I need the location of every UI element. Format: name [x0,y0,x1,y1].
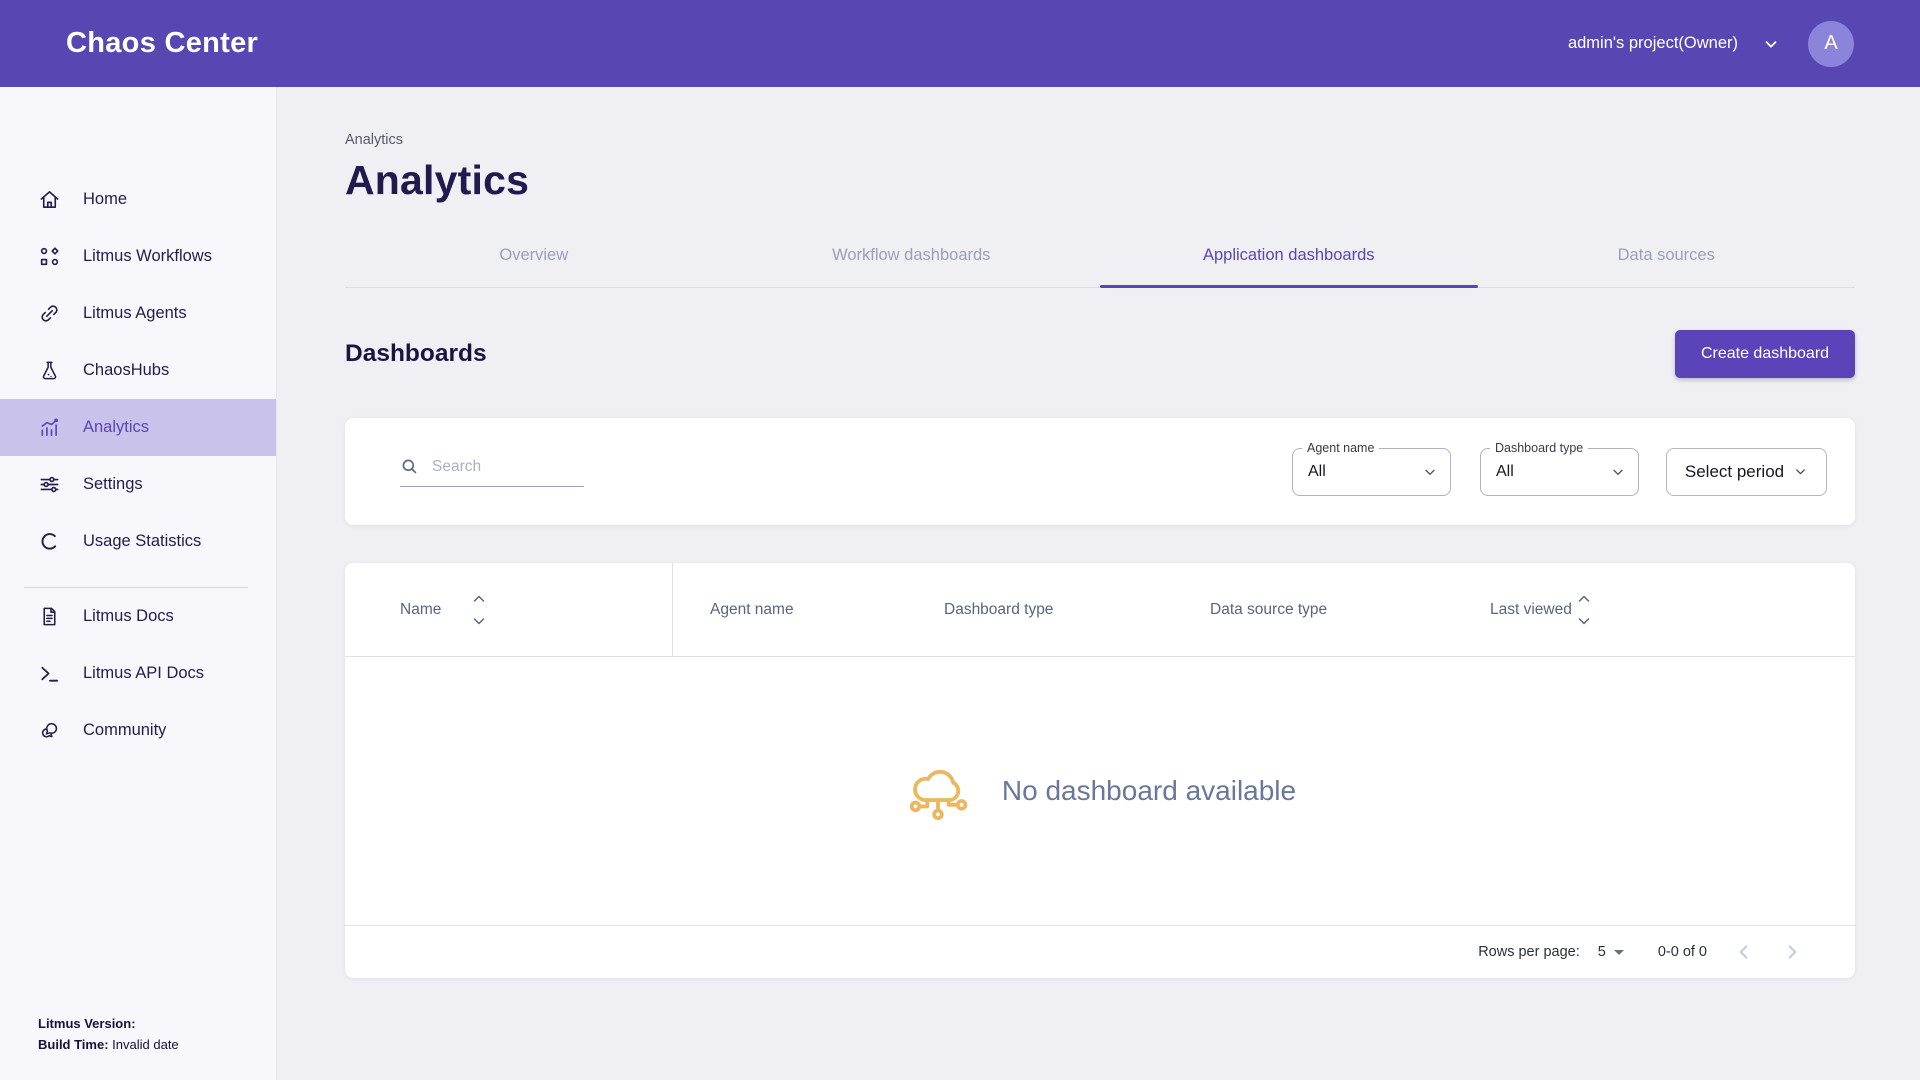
select-period-button[interactable]: Select period [1666,448,1827,496]
table-empty-state: No dashboard available [345,657,1855,925]
column-header-data-source-type: Data source type [1210,601,1327,619]
sidebar-item-label: Analytics [83,418,149,437]
search-icon [400,457,419,476]
sidebar-item-label: Home [83,190,127,209]
chaoshubs-icon [38,359,61,382]
tab-workflow-dashboards[interactable]: Workflow dashboards [723,230,1101,287]
sidebar-item-label: Settings [83,475,143,494]
sidebar-item-label: ChaosHubs [83,361,169,380]
dashboard-type-select-label: Dashboard type [1490,441,1588,455]
version-info: Litmus Version: Build Time: Invalid date [38,1014,179,1056]
section-header: Dashboards Create dashboard [345,330,1855,378]
column-header-name[interactable]: Name [400,601,441,619]
select-period-label: Select period [1685,462,1784,482]
sidebar-item-litmus-agents[interactable]: Litmus Agents [0,285,276,342]
table-pagination: Rows per page: 5 0-0 of 0 [345,925,1855,978]
search-input[interactable] [430,457,584,477]
tab-bar: Overview Workflow dashboards Application… [345,230,1855,288]
api-docs-icon [38,662,61,685]
sidebar-item-home[interactable]: Home [0,171,276,228]
sort-descending-icon [473,617,485,625]
top-bar: Chaos Center admin's project(Owner) A [0,0,1920,87]
chevron-left-icon [1733,941,1755,963]
chevron-right-icon [1781,941,1803,963]
column-header-last-viewed[interactable]: Last viewed [1490,601,1572,619]
docs-icon [38,605,61,628]
chevron-down-icon[interactable] [1762,35,1780,53]
tab-data-sources[interactable]: Data sources [1478,230,1856,287]
section-title: Dashboards [345,340,487,368]
chevron-down-icon [1422,464,1438,480]
chevron-down-icon [1793,464,1808,479]
column-divider [672,563,673,656]
sidebar-item-analytics[interactable]: Analytics [0,399,276,456]
next-page-button[interactable] [1781,941,1803,963]
sort-ascending-icon [473,595,485,603]
community-icon [38,719,61,742]
project-selector-label[interactable]: admin's project(Owner) [1568,34,1738,53]
filter-card: Agent name All Dashboard type All Select… [345,418,1855,525]
top-bar-right: admin's project(Owner) A [1568,21,1854,67]
rows-per-page-value: 5 [1598,944,1606,960]
table-header-row: Name Agent name Dashboard type Data sour… [345,563,1855,657]
dashboards-table: Name Agent name Dashboard type Data sour… [345,563,1855,978]
agent-name-select-label: Agent name [1302,441,1379,455]
sidebar-item-label: Litmus Docs [83,607,174,626]
page-title: Analytics [345,157,1855,204]
sort-name-control[interactable] [473,595,485,625]
rows-per-page-label: Rows per page: [1478,944,1580,960]
column-header-agent-name: Agent name [710,601,794,619]
dashboard-type-select[interactable]: Dashboard type All [1480,448,1639,496]
build-time-label: Build Time: [38,1037,109,1052]
sidebar-item-litmus-docs[interactable]: Litmus Docs [0,588,276,645]
sidebar-item-label: Litmus Workflows [83,247,212,266]
sidebar-item-label: Usage Statistics [83,532,201,551]
column-header-dashboard-type: Dashboard type [944,601,1053,619]
settings-icon [38,473,61,496]
avatar[interactable]: A [1808,21,1854,67]
workflows-icon [38,245,61,268]
sidebar-item-litmus-workflows[interactable]: Litmus Workflows [0,228,276,285]
search-box [400,457,584,487]
previous-page-button[interactable] [1733,941,1755,963]
tab-application-dashboards[interactable]: Application dashboards [1100,230,1478,287]
app-title: Chaos Center [66,27,258,60]
tab-overview[interactable]: Overview [345,230,723,287]
chevron-down-icon [1610,464,1626,480]
home-icon [38,188,61,211]
sidebar-item-community[interactable]: Community [0,702,276,759]
sidebar: Home Litmus Workflows Litmus Agents Chao… [0,87,277,1080]
agents-icon [38,302,61,325]
caret-down-icon [1614,950,1624,955]
sort-ascending-icon [1578,595,1590,603]
agent-name-select[interactable]: Agent name All [1292,448,1451,496]
sidebar-item-label: Litmus Agents [83,304,187,323]
sidebar-item-usage-statistics[interactable]: Usage Statistics [0,513,276,570]
sidebar-item-label: Community [83,721,166,740]
build-time-value: Invalid date [112,1037,179,1052]
analytics-icon [38,416,61,439]
empty-message: No dashboard available [1002,775,1296,807]
sidebar-item-settings[interactable]: Settings [0,456,276,513]
sidebar-item-chaoshubs[interactable]: ChaosHubs [0,342,276,399]
sort-descending-icon [1578,617,1590,625]
agent-name-select-value: All [1293,463,1326,481]
cloud-network-icon [904,757,972,825]
sidebar-item-litmus-api-docs[interactable]: Litmus API Docs [0,645,276,702]
create-dashboard-button[interactable]: Create dashboard [1675,330,1855,378]
sidebar-item-label: Litmus API Docs [83,664,204,683]
rows-per-page-select[interactable]: 5 [1598,944,1624,960]
breadcrumb[interactable]: Analytics [345,132,1855,148]
main-content: Analytics Analytics Overview Workflow da… [277,87,1920,1080]
pagination-range: 0-0 of 0 [1658,944,1707,960]
sort-last-viewed-control[interactable] [1578,595,1590,625]
litmus-version-label: Litmus Version: [38,1016,136,1031]
usage-statistics-icon [38,530,61,553]
dashboard-type-select-value: All [1481,463,1514,481]
